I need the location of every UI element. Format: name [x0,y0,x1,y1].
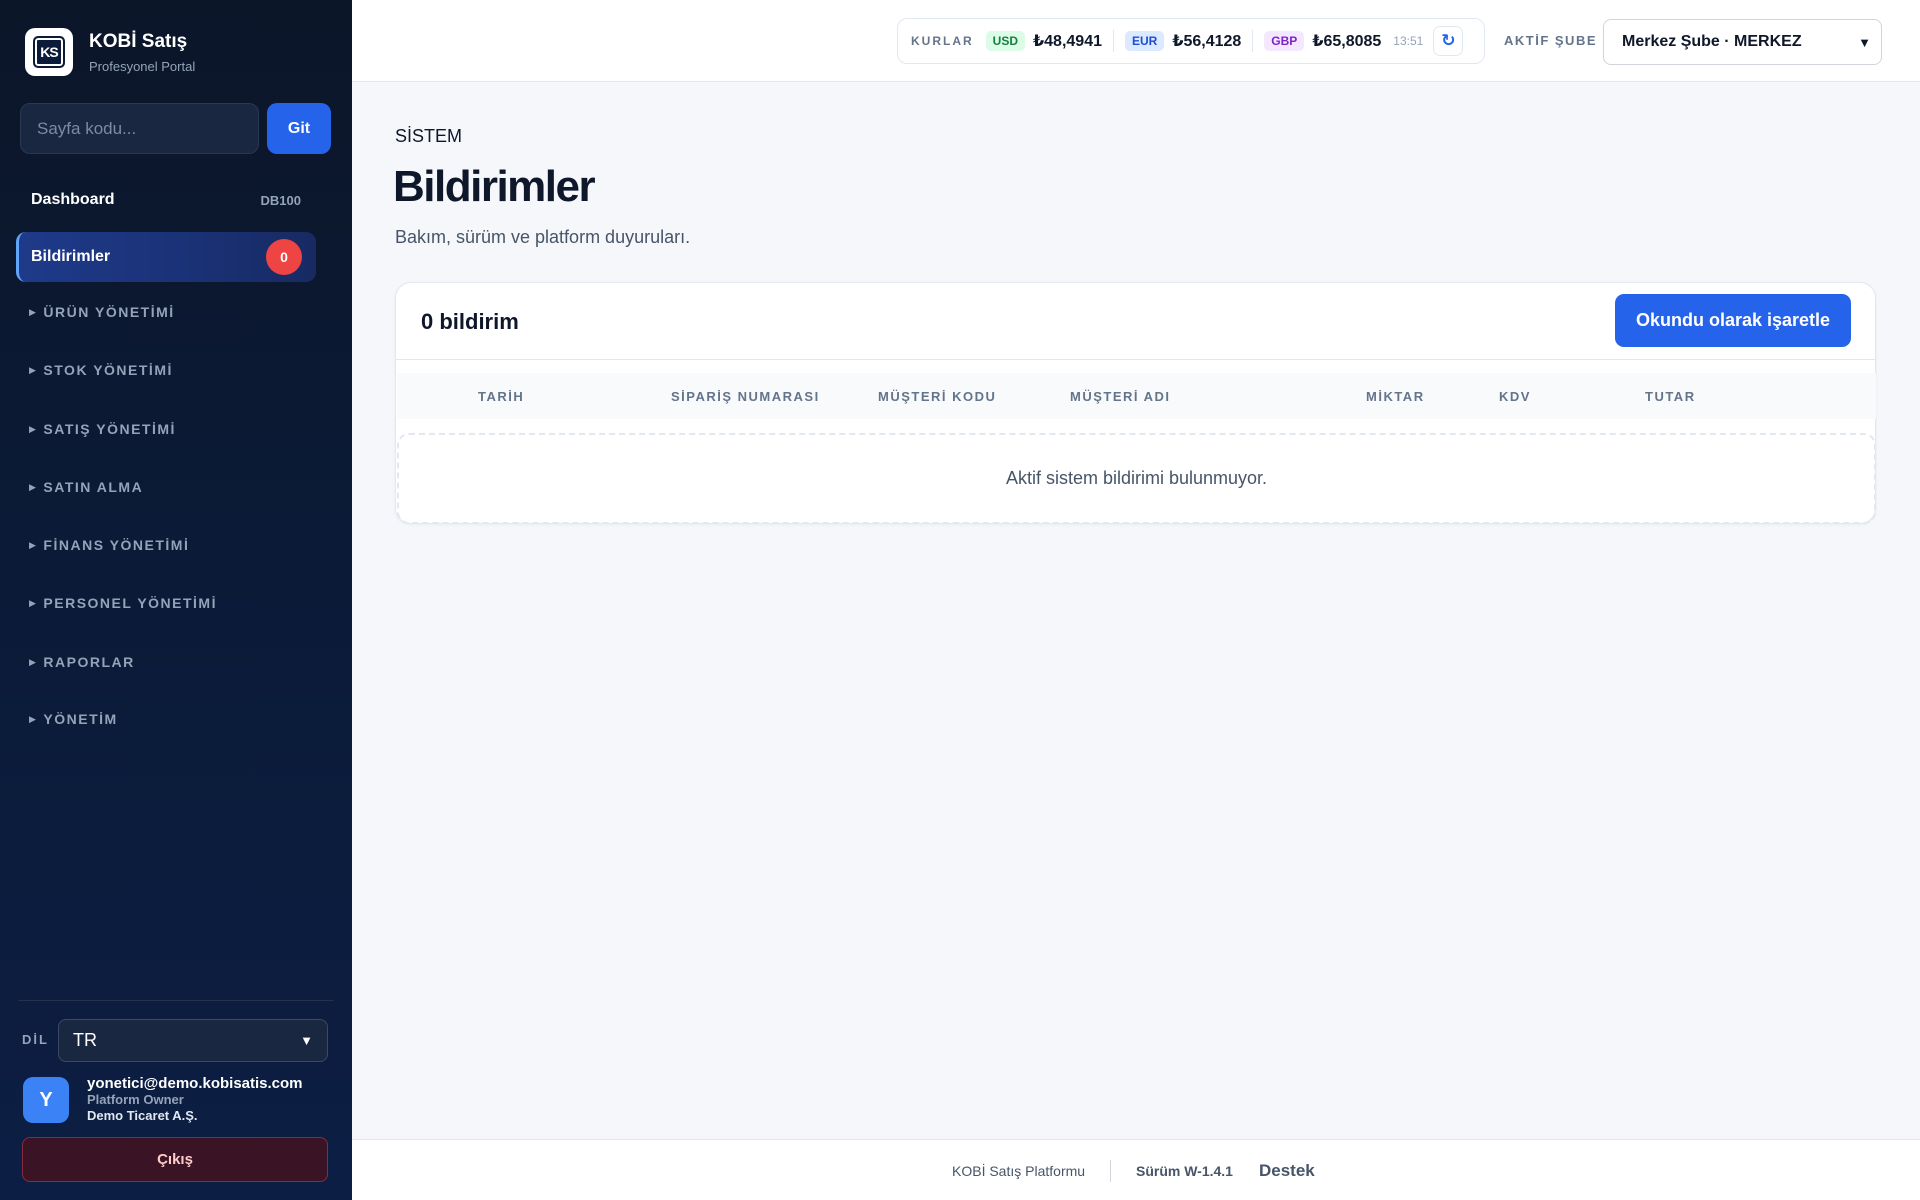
language-label: DİL [22,1032,49,1047]
chevron-down-icon: ▼ [1858,34,1871,50]
top-bar: KURLAR USD ₺48,4941 EUR ₺56,4128 GBP ₺65… [352,0,1920,82]
divider [1110,1160,1111,1182]
branch-label: AKTİF ŞUBE [1504,33,1597,48]
app-logo: KS [25,28,73,76]
page-code: DB100 [260,192,301,208]
column-header-quantity[interactable]: MİKTAR [1366,389,1425,404]
sidebar-item-notifications[interactable]: Bildirimler 0 [16,232,316,282]
sidebar-item-label: Dashboard [31,191,115,208]
go-button[interactable]: Git [267,103,331,154]
sidebar-group-reports[interactable]: ▶ RAPORLAR [29,654,135,670]
caret-right-icon: ▶ [29,656,38,667]
caret-right-icon: ▶ [29,423,38,434]
sidebar-group-label: RAPORLAR [43,654,135,670]
branch-select[interactable]: Merkez Şube · MERKEZ ▼ [1603,19,1882,65]
column-header-vat[interactable]: KDV [1499,389,1531,404]
exchange-rates: KURLAR USD ₺48,4941 EUR ₺56,4128 GBP ₺65… [897,18,1485,64]
caret-right-icon: ▶ [29,481,38,492]
card-header: 0 bildirim Okundu olarak işaretle [396,283,1875,360]
chevron-down-icon: ▼ [300,1033,313,1048]
sidebar: KS KOBİ Satış Profesyonel Portal Git Das… [0,0,352,1200]
table-header: TARİH SİPARİŞ NUMARASI MÜŞTERİ KODU MÜŞT… [397,373,1876,419]
sidebar-group-label: PERSONEL YÖNETİMİ [43,595,217,611]
sidebar-group-finance[interactable]: ▶ FİNANS YÖNETİMİ [29,537,189,553]
footer: KOBİ Satış Platformu Sürüm W-1.4.1 Deste… [352,1139,1920,1200]
sidebar-group-purchasing[interactable]: ▶ SATIN ALMA [29,479,143,495]
logout-button[interactable]: Çıkış [22,1137,328,1182]
caret-right-icon: ▶ [29,364,38,375]
user-profile: Y yonetici@demo.kobisatis.com Platform O… [23,1076,303,1124]
currency-badge-usd: USD [985,31,1026,51]
column-header-amount[interactable]: TUTAR [1645,389,1696,404]
page-description: Bakım, sürüm ve platform duyuruları. [395,227,691,247]
support-link[interactable]: Destek [1259,1161,1315,1181]
notification-count-badge: 0 [266,239,302,275]
sidebar-group-product[interactable]: ▶ ÜRÜN YÖNETİMİ [29,304,175,320]
sidebar-item-dashboard[interactable]: Dashboard DB100 [16,180,316,220]
caret-right-icon: ▶ [29,306,38,317]
footer-version: Sürüm W-1.4.1 [1136,1163,1233,1179]
divider [1112,30,1114,52]
user-role: Platform Owner [87,1092,184,1107]
sidebar-group-sales[interactable]: ▶ SATIŞ YÖNETİMİ [29,421,176,437]
avatar: Y [23,1077,69,1123]
sidebar-group-label: FİNANS YÖNETİMİ [43,537,190,553]
rate-eur: ₺56,4128 [1172,33,1242,50]
notifications-card: 0 bildirim Okundu olarak işaretle TARİH … [395,282,1876,524]
brand[interactable]: KS KOBİ Satış Profesyonel Portal [25,28,195,76]
column-header-customer-name[interactable]: MÜŞTERİ ADI [1070,389,1171,404]
mark-as-read-button[interactable]: Okundu olarak işaretle [1615,294,1851,347]
sidebar-item-label: Bildirimler [31,248,111,265]
page-code-input[interactable] [20,103,259,154]
sidebar-group-label: YÖNETİM [43,711,118,727]
sidebar-divider [18,1000,334,1001]
logo-mark: KS [33,36,65,68]
language-select[interactable]: TR ▼ [58,1019,328,1062]
sidebar-group-admin[interactable]: ▶ YÖNETİM [29,711,118,727]
rate-gbp: ₺65,8085 [1312,33,1382,50]
sidebar-group-label: STOK YÖNETİMİ [43,362,173,378]
caret-right-icon: ▶ [29,539,38,550]
caret-right-icon: ▶ [29,713,38,724]
sidebar-group-label: SATIN ALMA [43,479,144,495]
footer-platform: KOBİ Satış Platformu [952,1163,1086,1179]
brand-title: KOBİ Satış [89,30,188,52]
currency-badge-eur: EUR [1124,31,1165,51]
branch-value: Merkez Şube · MERKEZ [1622,33,1802,50]
caret-right-icon: ▶ [29,597,38,608]
sidebar-group-label: SATIŞ YÖNETİMİ [43,421,176,437]
user-email: yonetici@demo.kobisatis.com [87,1075,303,1092]
rates-title: KURLAR [911,34,974,48]
section-label: SİSTEM [395,126,463,146]
brand-subtitle: Profesyonel Portal [89,58,196,74]
column-header-order-number[interactable]: SİPARİŞ NUMARASI [671,389,820,404]
column-header-date[interactable]: TARİH [478,389,524,404]
empty-state: Aktif sistem bildirimi bulunmuyor. [397,433,1876,524]
page-title: Bildirimler [393,162,596,211]
notification-count: 0 bildirim [421,309,519,334]
rates-time: 13:51 [1393,34,1424,48]
rate-usd: ₺48,4941 [1033,33,1102,50]
column-header-customer-code[interactable]: MÜŞTERİ KODU [878,389,996,404]
divider [1252,30,1254,52]
currency-badge-gbp: GBP [1264,31,1305,51]
user-company: Demo Ticaret A.Ş. [87,1108,198,1123]
refresh-icon[interactable]: ↻ [1433,26,1464,56]
sidebar-group-stock[interactable]: ▶ STOK YÖNETİMİ [29,362,173,378]
sidebar-group-personnel[interactable]: ▶ PERSONEL YÖNETİMİ [29,595,217,611]
sidebar-group-label: ÜRÜN YÖNETİMİ [43,304,175,320]
language-value: TR [73,1030,97,1050]
